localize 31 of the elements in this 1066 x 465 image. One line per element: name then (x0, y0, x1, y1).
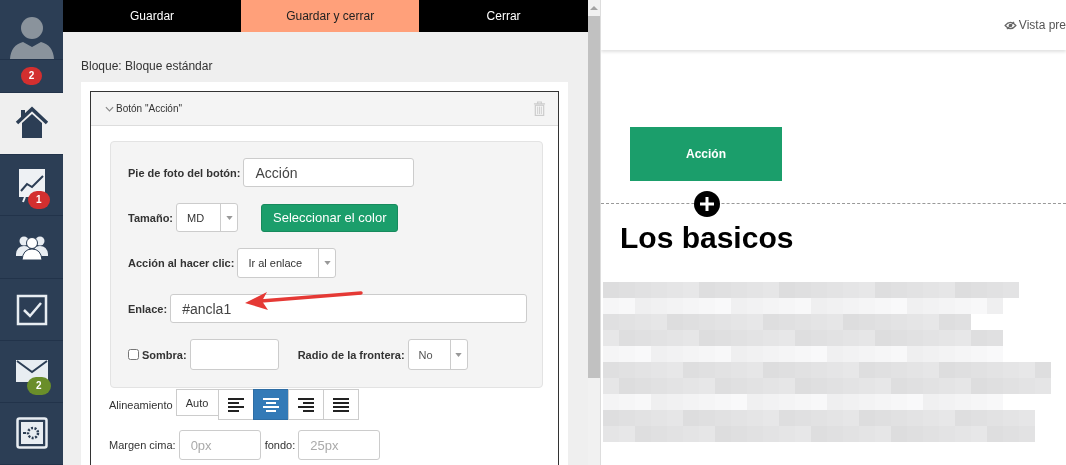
sidebar-item[interactable]: 1 (0, 155, 63, 217)
toolbar-button[interactable]: Cerrar (419, 0, 588, 32)
input-field[interactable]: 0px (178, 430, 261, 460)
field-label: Sombra: (142, 348, 187, 361)
input-field[interactable]: Acción (243, 158, 415, 187)
card-header[interactable]: Botón "Acción" (91, 92, 558, 126)
count-badge: 1 (28, 191, 50, 209)
field-label: Alineamiento (109, 398, 173, 411)
card-title: Botón "Acción" (116, 103, 183, 114)
dropdown[interactable]: MD (176, 203, 239, 232)
field-label: Tamaño: (128, 211, 174, 224)
dropdown[interactable]: Ir al enlace (237, 248, 337, 278)
field-label: Enlace: (128, 302, 168, 315)
dropdown[interactable]: No (407, 339, 468, 370)
input-field[interactable]: 25px (298, 430, 381, 460)
field-label: fondo: (264, 439, 296, 451)
preview-link[interactable]: Vista pre (1003, 18, 1066, 32)
sidebar-item[interactable]: 2 (0, 60, 63, 93)
field-label: Acción al hacer clic: (128, 257, 235, 269)
alignment-button[interactable]: Auto (175, 389, 219, 416)
section-heading: Los basicos (620, 221, 795, 255)
count-badge: 2 (27, 377, 51, 396)
count-badge: 2 (20, 67, 43, 86)
input-field[interactable]: #ancla1 (170, 294, 527, 323)
field-label: Radio de la frontera: (297, 348, 405, 361)
field-label: Margen cima: (109, 439, 176, 451)
toolbar-button[interactable]: Guardar y cerrar (241, 0, 420, 32)
toolbar-button[interactable]: Guardar (63, 0, 242, 32)
sidebar-item[interactable]: 2 (0, 341, 63, 403)
block-label: Bloque: Bloque estándar (81, 59, 214, 73)
field-label: Pie de foto del botón: (128, 166, 241, 179)
